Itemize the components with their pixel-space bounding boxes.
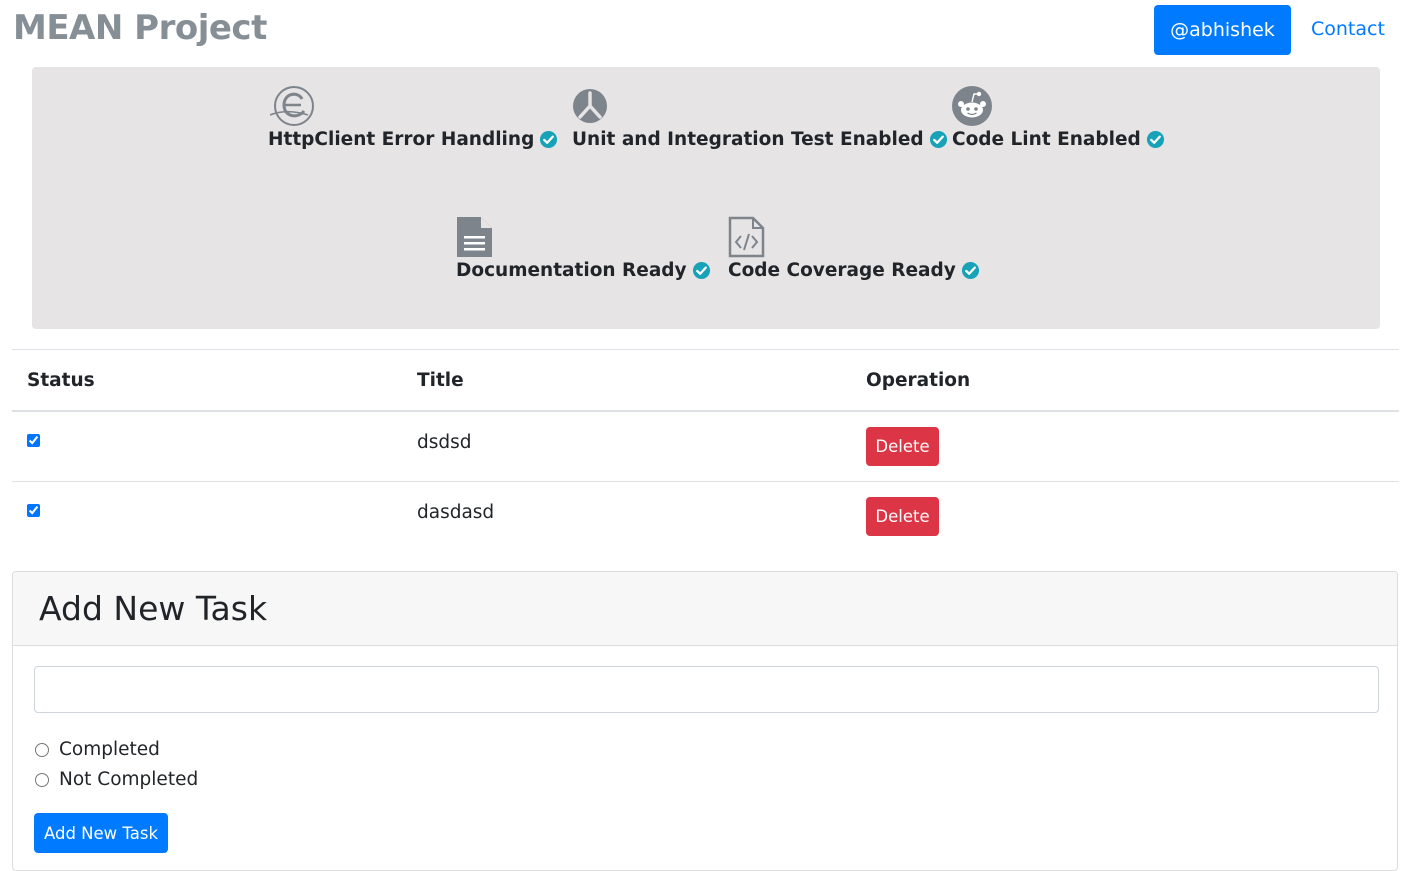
angular-e-icon [268,85,314,127]
reddit-icon [952,85,994,127]
column-header-status: Status [27,370,95,391]
brand-title[interactable]: MEAN Project [13,8,267,48]
card-title: Add New Task [39,589,268,628]
status-checkbox[interactable] [27,434,40,447]
feature-item: Code Lint Enabled [952,85,1165,150]
user-button[interactable]: @abhishek [1154,5,1291,55]
contact-link[interactable]: Contact [1311,18,1385,40]
code-file-icon [728,216,770,258]
completed-radio[interactable] [35,742,49,757]
features-panel: HttpClient Error Handling Unit and Integ… [32,67,1380,329]
delete-button[interactable]: Delete [866,497,939,536]
radio-not-completed[interactable]: Not Completed [34,769,198,790]
feature-label: Code Lint Enabled [952,129,1141,150]
check-badge-icon [961,261,979,280]
feature-item: Documentation Ready [456,216,711,281]
delete-button[interactable]: Delete [866,427,939,466]
table-top-border [12,349,1399,350]
feature-item: Code Coverage Ready [728,216,980,281]
feature-label: Unit and Integration Test Enabled [572,129,924,150]
radio-label: Not Completed [59,769,199,790]
radio-completed[interactable]: Completed [34,739,160,760]
check-badge-icon [540,130,558,149]
document-icon [456,216,498,258]
column-header-operation: Operation [866,370,971,391]
check-badge-icon [692,261,710,280]
row-divider [12,481,1399,482]
task-title: dsdsd [417,432,472,453]
radio-label: Completed [59,739,160,760]
column-header-title: Title [417,370,464,391]
status-checkbox[interactable] [27,504,40,517]
karma-icon [572,85,614,127]
task-title-input[interactable] [34,666,1379,713]
table-head-border [12,410,1399,412]
check-badge-icon [1146,130,1164,149]
feature-label: HttpClient Error Handling [268,129,535,150]
check-badge-icon [929,130,947,149]
task-title: dasdasd [417,502,495,523]
feature-item: Unit and Integration Test Enabled [572,85,948,150]
not-completed-radio[interactable] [35,772,49,787]
add-task-card: Add New Task Completed Not Completed Add… [12,571,1398,871]
card-header: Add New Task [13,572,1397,646]
add-task-button[interactable]: Add New Task [34,813,168,853]
feature-item: HttpClient Error Handling [268,85,558,150]
feature-label: Code Coverage Ready [728,260,956,281]
feature-label: Documentation Ready [456,260,687,281]
